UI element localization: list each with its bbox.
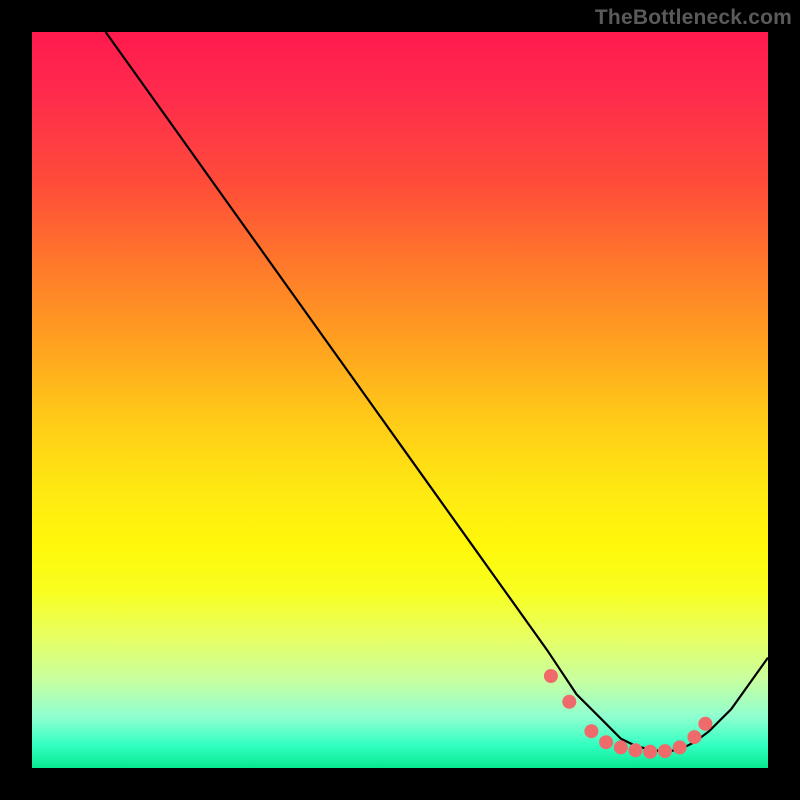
marker-dot xyxy=(698,717,712,731)
marker-dot xyxy=(562,695,576,709)
marker-dot xyxy=(614,740,628,754)
chart-container: TheBottleneck.com xyxy=(0,0,800,800)
curve-svg xyxy=(32,32,768,768)
marker-dot xyxy=(599,735,613,749)
watermark-text: TheBottleneck.com xyxy=(595,6,792,30)
plot-area xyxy=(32,32,768,768)
marker-dot xyxy=(629,743,643,757)
marker-dot xyxy=(658,744,672,758)
marker-dot xyxy=(584,724,598,738)
marker-dot xyxy=(687,730,701,744)
marker-dot xyxy=(643,745,657,759)
marker-dot xyxy=(673,740,687,754)
marker-dot xyxy=(544,669,558,683)
bottleneck-curve xyxy=(106,32,768,752)
